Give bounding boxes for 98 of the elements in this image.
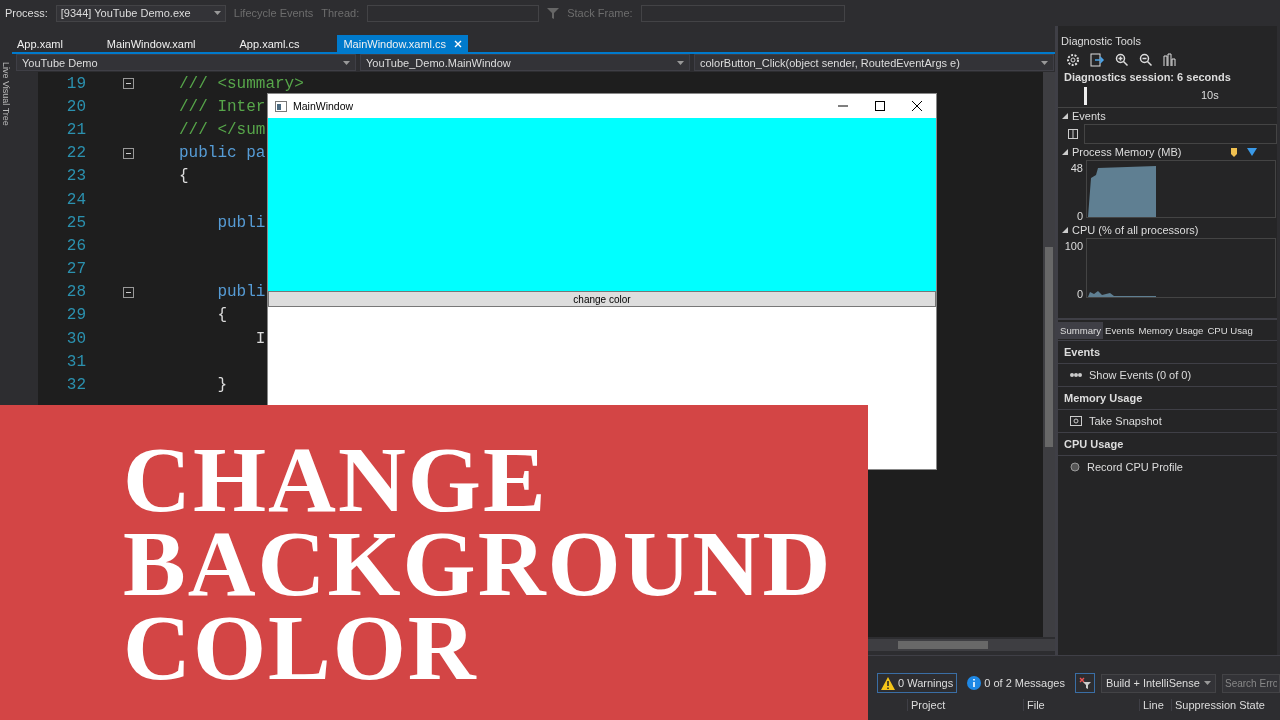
collapse-icon[interactable] bbox=[123, 286, 134, 298]
line-number: 31 bbox=[65, 352, 86, 371]
column-header[interactable]: Project bbox=[907, 699, 1023, 711]
code-text: { bbox=[179, 167, 189, 186]
section-header: Memory Usage bbox=[1058, 386, 1277, 410]
code-text: I bbox=[254, 329, 266, 348]
axis-tick-label: 100 bbox=[1064, 240, 1083, 252]
line-number: 26 bbox=[65, 236, 86, 255]
pause-icon[interactable] bbox=[1068, 129, 1078, 139]
clear-filter-button[interactable] bbox=[1074, 673, 1095, 693]
process-label: Process: bbox=[5, 7, 48, 19]
action-link[interactable]: Record CPU Profile bbox=[1058, 456, 1277, 478]
code-text: /// </sum bbox=[179, 120, 266, 139]
live-visual-tree-tab[interactable]: Live Visual Tree bbox=[1, 62, 11, 126]
file-tab[interactable]: App.xaml bbox=[17, 35, 69, 52]
collapse-icon[interactable] bbox=[123, 78, 134, 90]
file-tab[interactable]: MainWindow.xaml.cs bbox=[337, 35, 469, 52]
expand-icon[interactable] bbox=[1062, 113, 1068, 119]
action-link[interactable]: Take Snapshot bbox=[1058, 410, 1277, 432]
caret-icon bbox=[343, 60, 350, 65]
line-number: 19 bbox=[65, 74, 86, 93]
warnings-filter-button[interactable]: 0 Warnings bbox=[877, 673, 958, 693]
code-text: publi bbox=[216, 213, 266, 232]
file-tab[interactable]: MainWindow.xaml bbox=[106, 35, 202, 52]
filter-icon bbox=[1078, 677, 1091, 689]
line-number: 28 bbox=[65, 283, 86, 302]
file-tab[interactable]: App.xaml.cs bbox=[239, 35, 306, 52]
section-header: Process Memory (MB) bbox=[1072, 146, 1182, 158]
change-color-button[interactable]: change color bbox=[268, 291, 936, 307]
caret-icon bbox=[213, 11, 221, 15]
collapse-icon[interactable] bbox=[123, 147, 134, 159]
section-header: Events bbox=[1058, 340, 1277, 364]
process-dropdown[interactable]: [9344] YouTube Demo.exe bbox=[55, 4, 226, 22]
scroll-thumb[interactable] bbox=[898, 641, 988, 649]
record-icon bbox=[1070, 462, 1080, 472]
settings-icon[interactable] bbox=[1066, 53, 1080, 67]
column-header[interactable]: Suppression State bbox=[1171, 699, 1280, 711]
line-number: 29 bbox=[65, 306, 86, 325]
filter-icon[interactable] bbox=[547, 7, 560, 19]
code-text: public pa bbox=[179, 144, 266, 163]
column-header[interactable]: File bbox=[1023, 699, 1139, 711]
bar-chart-icon[interactable] bbox=[1163, 53, 1177, 67]
code-text: /// Inter bbox=[179, 97, 266, 116]
banner-title: CHANGE BACKGROUND COLOR bbox=[123, 425, 834, 701]
panel-tab[interactable]: Events bbox=[1103, 321, 1137, 339]
camera-icon bbox=[1070, 416, 1082, 426]
section-header: CPU Usage bbox=[1058, 432, 1277, 456]
session-label: Diagnostics session: 6 seconds bbox=[1063, 71, 1232, 85]
events-icon bbox=[1070, 372, 1082, 378]
line-number: 27 bbox=[65, 260, 86, 279]
navigation-dropdown[interactable]: YouTube_Demo.MainWindow bbox=[360, 54, 690, 71]
caret-icon bbox=[1041, 60, 1048, 65]
maximize-icon[interactable] bbox=[875, 101, 885, 111]
expand-icon[interactable] bbox=[1062, 227, 1068, 233]
line-number: 22 bbox=[65, 144, 86, 163]
panel-tab[interactable]: CPU Usag bbox=[1205, 321, 1255, 339]
warning-icon bbox=[881, 676, 895, 690]
panel-title: Diagnostic Tools bbox=[1060, 35, 1142, 49]
expand-icon[interactable] bbox=[1062, 149, 1068, 155]
zoom-in-icon[interactable] bbox=[1115, 53, 1129, 67]
line-number: 23 bbox=[65, 167, 86, 186]
axis-tick-label: 0 bbox=[1076, 210, 1083, 222]
stack-frame-label: Stack Frame: bbox=[567, 7, 633, 19]
caret-icon bbox=[1204, 681, 1211, 685]
line-number: 30 bbox=[65, 329, 86, 348]
line-number: 32 bbox=[65, 376, 86, 395]
code-text: publi bbox=[216, 283, 266, 302]
scroll-thumb[interactable] bbox=[1045, 247, 1053, 447]
app-icon bbox=[275, 100, 287, 112]
section-header: CPU (% of all processors) bbox=[1072, 224, 1199, 236]
section-header: Events bbox=[1072, 110, 1106, 122]
navigation-dropdown[interactable]: colorButton_Click(object sender, RoutedEventArgs e) bbox=[694, 54, 1054, 71]
zoom-out-icon[interactable] bbox=[1139, 53, 1153, 67]
line-number: 21 bbox=[65, 120, 86, 139]
messages-filter-button[interactable]: 0 of 2 Messages bbox=[963, 673, 1069, 693]
window-title: MainWindow bbox=[293, 100, 354, 112]
caret-icon bbox=[677, 60, 684, 65]
panel-tab[interactable]: Summary bbox=[1058, 321, 1104, 339]
info-icon bbox=[967, 676, 982, 690]
axis-tick-label: 0 bbox=[1076, 288, 1083, 300]
navigation-dropdown[interactable]: YouTube Demo bbox=[16, 54, 356, 71]
line-number: 24 bbox=[65, 190, 86, 209]
thread-label: Thread: bbox=[321, 7, 360, 19]
action-link[interactable]: Show Events (0 of 0) bbox=[1058, 364, 1277, 386]
export-icon[interactable] bbox=[1090, 53, 1105, 67]
code-text: { bbox=[216, 306, 227, 325]
code-text: /// <summary> bbox=[179, 74, 304, 93]
panel-tab[interactable]: Memory Usage bbox=[1136, 321, 1206, 339]
line-number: 20 bbox=[65, 97, 86, 116]
axis-tick-label: 48 bbox=[1070, 162, 1083, 174]
marker-icon bbox=[1231, 147, 1237, 157]
close-icon[interactable] bbox=[912, 101, 922, 111]
column-header[interactable]: Line bbox=[1139, 699, 1171, 711]
timeline-ruler[interactable]: 10s bbox=[1058, 87, 1277, 108]
code-text: } bbox=[216, 376, 227, 395]
line-number: 25 bbox=[65, 213, 86, 232]
marker-icon bbox=[1247, 147, 1257, 156]
build-scope-dropdown[interactable]: Build + IntelliSense bbox=[1100, 673, 1216, 693]
